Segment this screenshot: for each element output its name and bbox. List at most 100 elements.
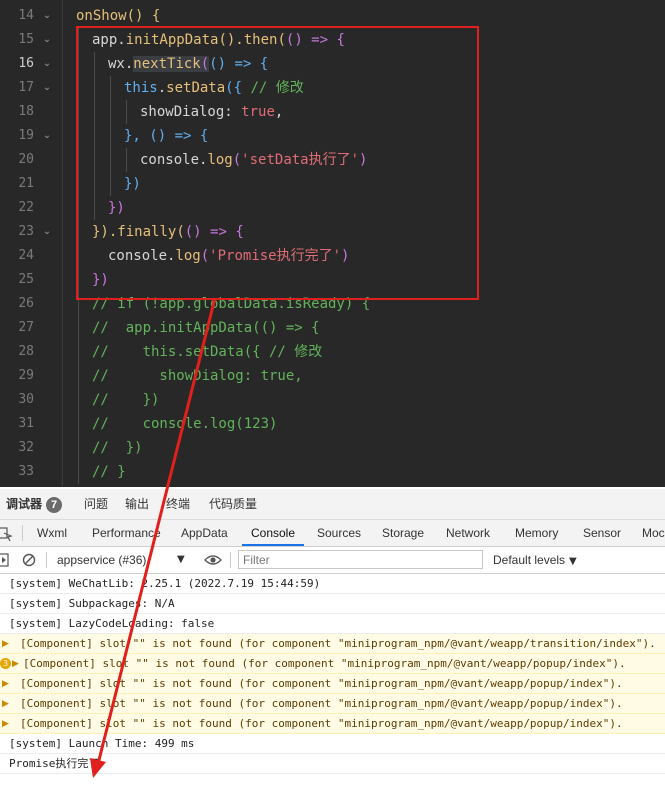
expand-triangle-icon[interactable]: ▶ [2, 694, 9, 714]
console-toolbar: appservice (#36)▼ Default levels▼ [0, 547, 665, 574]
line-number: 27 [18, 320, 34, 335]
expand-triangle-icon[interactable]: ▶ [2, 674, 9, 694]
tab-sensor[interactable]: Sensor [583, 520, 621, 546]
fold-chevron-icon[interactable]: ⌄ [40, 220, 54, 244]
console-log: Promise执行完了 [0, 754, 665, 774]
code-token: onShow [76, 8, 127, 24]
code-line[interactable]: onShow() { [76, 4, 160, 28]
tab-terminal[interactable]: 终端 [166, 489, 190, 519]
code-comment-line[interactable]: // } [92, 460, 126, 484]
dropdown-arrow-icon: ▼ [177, 554, 185, 565]
message-text: [system] Subpackages: N/A [9, 597, 175, 610]
line-number: 20 [18, 152, 34, 167]
context-selector[interactable]: appservice (#36) ▼ [57, 547, 185, 573]
tab-wxml[interactable]: Wxml [37, 520, 67, 546]
annotation-highlight-box [76, 26, 479, 300]
console-warning[interactable]: ▶ [Component] slot "" is not found (for c… [0, 694, 665, 714]
expand-triangle-icon[interactable]: ▶ [2, 634, 9, 654]
console-message: [system] Subpackages: N/A [0, 594, 665, 614]
sidebar-toggle-icon[interactable] [0, 547, 10, 573]
line-number: 30 [18, 392, 34, 407]
tab-memory[interactable]: Memory [515, 520, 558, 546]
code-comment-line[interactable]: // this.setData({ // 修改 [92, 340, 322, 364]
expand-triangle-icon[interactable]: ▶ [12, 654, 19, 674]
tab-storage[interactable]: Storage [382, 520, 424, 546]
line-number: 21 [18, 176, 34, 191]
fold-chevron-icon[interactable]: ⌄ [40, 76, 54, 100]
gutter-divider [62, 0, 63, 487]
message-text: [system] Launch Time: 499 ms [9, 737, 195, 750]
line-number-current: 16 [18, 56, 34, 71]
code-comment-line[interactable]: // console.log(123) [92, 412, 277, 436]
tab-code-quality[interactable]: 代码质量 [209, 489, 257, 519]
line-number: 15 [18, 32, 34, 47]
line-number: 24 [18, 248, 34, 263]
console-warning[interactable]: ▶ [Component] slot "" is not found (for c… [0, 714, 665, 734]
repeat-count-badge: 3 [0, 658, 11, 669]
line-number: 26 [18, 296, 34, 311]
console-warning[interactable]: ▶ [Component] slot "" is not found (for c… [0, 634, 665, 654]
message-text: [Component] slot "" is not found (for co… [20, 717, 623, 730]
tab-sources[interactable]: Sources [317, 520, 361, 546]
tab-appdata[interactable]: AppData [181, 520, 228, 546]
count-badge: 7 [46, 497, 63, 513]
tab-label: 调试器 [6, 497, 43, 511]
message-text: [Component] slot "" is not found (for co… [20, 637, 656, 650]
code-token: () { [126, 8, 161, 24]
filter-input[interactable] [238, 550, 483, 569]
dropdown-arrow-icon: ▼ [569, 556, 577, 567]
fold-chevron-icon[interactable]: ⌄ [40, 4, 54, 28]
message-text: [Component] slot "" is not found (for co… [20, 677, 623, 690]
tab-debugger[interactable]: 调试器 7 [6, 489, 63, 519]
message-text: [system] WeChatLib: 2.25.1 (2022.7.19 15… [9, 577, 321, 590]
message-text: [Component] slot "" is not found (for co… [20, 697, 623, 710]
eye-icon[interactable] [204, 547, 222, 573]
tab-performance[interactable]: Performance [92, 520, 161, 546]
console-warning[interactable]: 3 ▶ [Component] slot "" is not found (for … [0, 654, 665, 674]
divider [230, 552, 231, 568]
code-comment-line[interactable]: // }) [92, 436, 143, 460]
line-number: 33 [18, 464, 34, 479]
console-message: [system] WeChatLib: 2.25.1 (2022.7.19 15… [0, 574, 665, 594]
console-message: [system] Launch Time: 499 ms [0, 734, 665, 754]
line-number: 31 [18, 416, 34, 431]
tab-mock[interactable]: Moc [642, 520, 665, 546]
inspect-cursor-icon [0, 527, 13, 542]
code-comment-line[interactable]: // app.initAppData(() => { [92, 316, 320, 340]
line-number: 14 [18, 8, 34, 23]
console-message: [system] LazyCodeLoading: false [0, 614, 665, 634]
message-text: Promise执行完了 [9, 757, 100, 770]
code-editor[interactable]: 14 15 16 17 18 19 20 21 22 23 24 25 26 2… [0, 0, 665, 487]
tab-output[interactable]: 输出 [125, 489, 149, 519]
line-number-gutter: 14 15 16 17 18 19 20 21 22 23 24 25 26 2… [0, 0, 62, 487]
line-number: 18 [18, 104, 34, 119]
console-output[interactable]: [system] WeChatLib: 2.25.1 (2022.7.19 15… [0, 574, 665, 795]
console-warning[interactable]: ▶ [Component] slot "" is not found (for c… [0, 674, 665, 694]
context-label: appservice (#36) [57, 553, 147, 567]
line-number: 19 [18, 128, 34, 143]
line-number: 32 [18, 440, 34, 455]
code-comment-line[interactable]: // }) [92, 388, 159, 412]
divider [22, 525, 23, 541]
fold-chevron-icon[interactable]: ⌄ [40, 124, 54, 148]
line-number: 22 [18, 200, 34, 215]
tab-problems[interactable]: 问题 [84, 489, 108, 519]
levels-label: Default levels [493, 553, 566, 567]
expand-triangle-icon[interactable]: ▶ [2, 714, 9, 734]
line-number: 17 [18, 80, 34, 95]
fold-chevron-icon[interactable]: ⌄ [40, 52, 54, 76]
code-comment-line[interactable]: // showDialog: true, [92, 364, 303, 388]
inspect-element-icon[interactable] [0, 520, 14, 546]
message-text: [Component] slot "" is not found (for co… [23, 657, 626, 670]
tab-console[interactable]: Console [242, 520, 304, 546]
tab-network[interactable]: Network [446, 520, 490, 546]
devtools-panel-tabs: Wxml Performance AppData Console Sources… [0, 520, 665, 547]
line-number: 25 [18, 272, 34, 287]
log-levels-dropdown[interactable]: Default levels ▼ [493, 547, 577, 573]
clear-console-icon[interactable] [22, 547, 36, 573]
line-number: 23 [18, 224, 34, 239]
line-number: 28 [18, 344, 34, 359]
divider [46, 552, 47, 568]
message-text: [system] LazyCodeLoading: false [9, 617, 215, 630]
fold-chevron-icon[interactable]: ⌄ [40, 28, 54, 52]
